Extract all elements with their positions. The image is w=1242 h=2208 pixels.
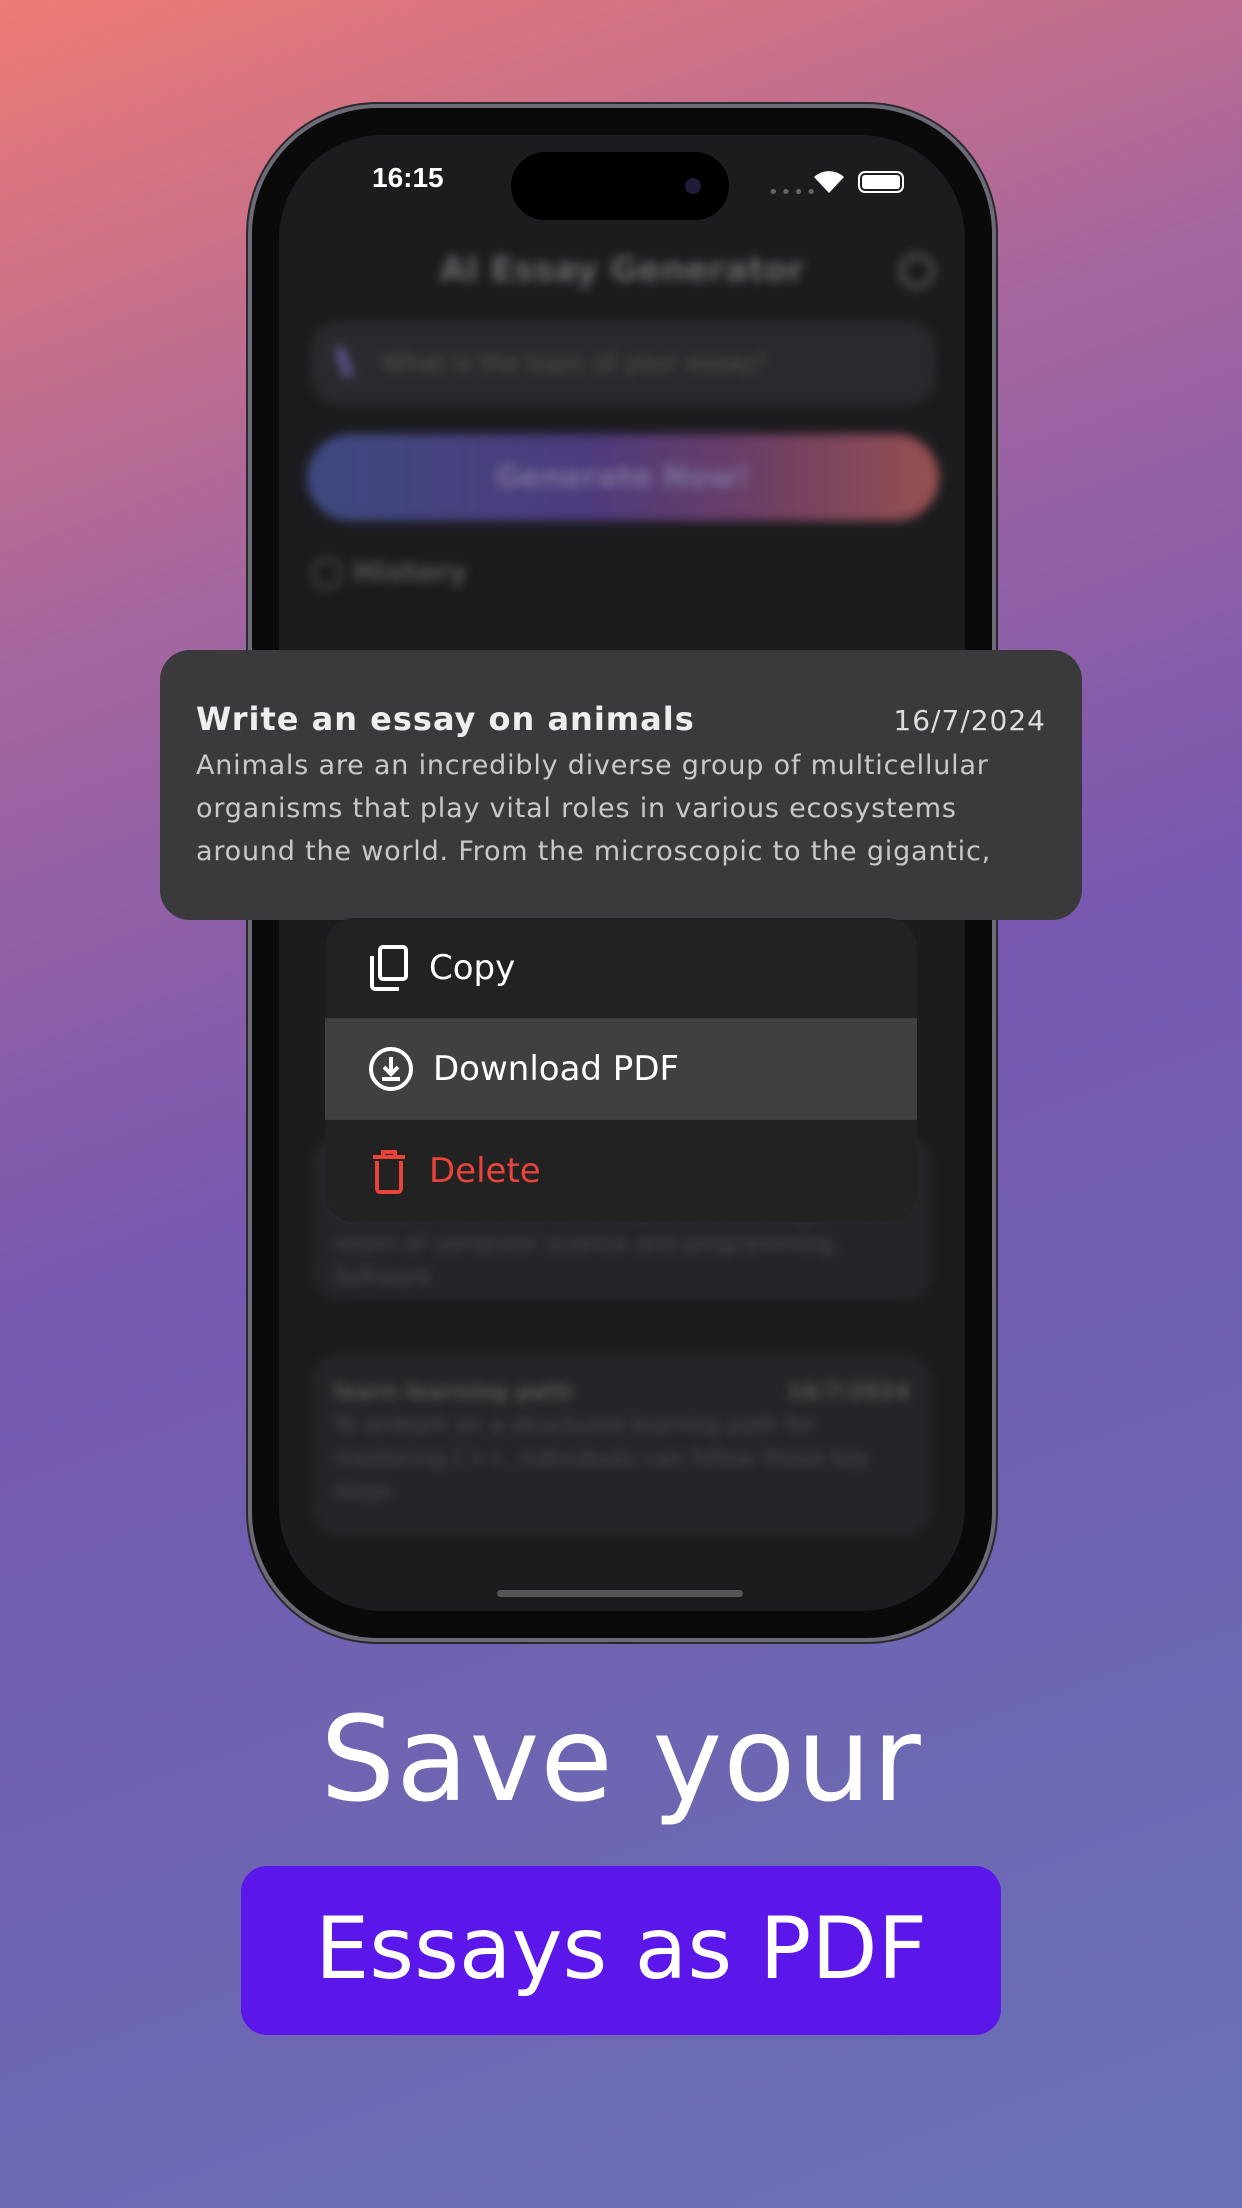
dynamic-island (511, 152, 729, 220)
selected-essay-card[interactable]: Write an essay on animals 16/7/2024 Anima… (160, 650, 1082, 920)
trash-icon (373, 1149, 405, 1194)
copy-menu-item[interactable]: Copy (325, 918, 917, 1019)
context-menu: Copy Download PDF Delete (325, 918, 917, 1222)
app-title: AI Essay Generator (439, 250, 805, 290)
topic-input[interactable]: What is the topic of your essay? (310, 321, 936, 405)
download-pdf-menu-item[interactable]: Download PDF (325, 1019, 917, 1120)
wifi-icon (814, 171, 844, 193)
essay-date: 16/7/2024 (893, 704, 1046, 737)
pen-icon (335, 346, 353, 378)
signal-icon: •••• (768, 182, 819, 203)
settings-icon[interactable] (899, 253, 935, 289)
history-header: History (311, 555, 467, 589)
promo-headline: Save your (320, 1690, 922, 1828)
copy-icon (370, 945, 408, 991)
history-label: History (353, 555, 468, 588)
download-icon (369, 1047, 413, 1091)
history-card[interactable]: learn learning path 16/7/2024 To embark o… (312, 1354, 932, 1536)
battery-icon (858, 171, 904, 193)
card-title: learn learning path (334, 1380, 573, 1405)
home-indicator[interactable] (497, 1590, 743, 1597)
menu-label: Delete (429, 1150, 541, 1191)
promo-highlight: Essays as PDF (241, 1866, 1001, 2035)
menu-label: Copy (429, 948, 516, 988)
card-date: 16/7/2024 (786, 1380, 910, 1405)
generate-button[interactable]: Generate Now! (307, 434, 939, 521)
camera-icon (685, 178, 701, 194)
status-time: 16:15 (372, 162, 444, 193)
menu-label: Download PDF (433, 1049, 680, 1089)
delete-menu-item[interactable]: Delete (325, 1120, 917, 1221)
input-placeholder: What is the topic of your essay? (382, 349, 768, 377)
essay-preview: Animals are an incredibly diverse group … (196, 750, 991, 867)
card-body: To embark on a structured learning path … (334, 1413, 870, 1504)
essay-title: Write an essay on animals (196, 700, 695, 738)
clock-icon (311, 557, 343, 589)
